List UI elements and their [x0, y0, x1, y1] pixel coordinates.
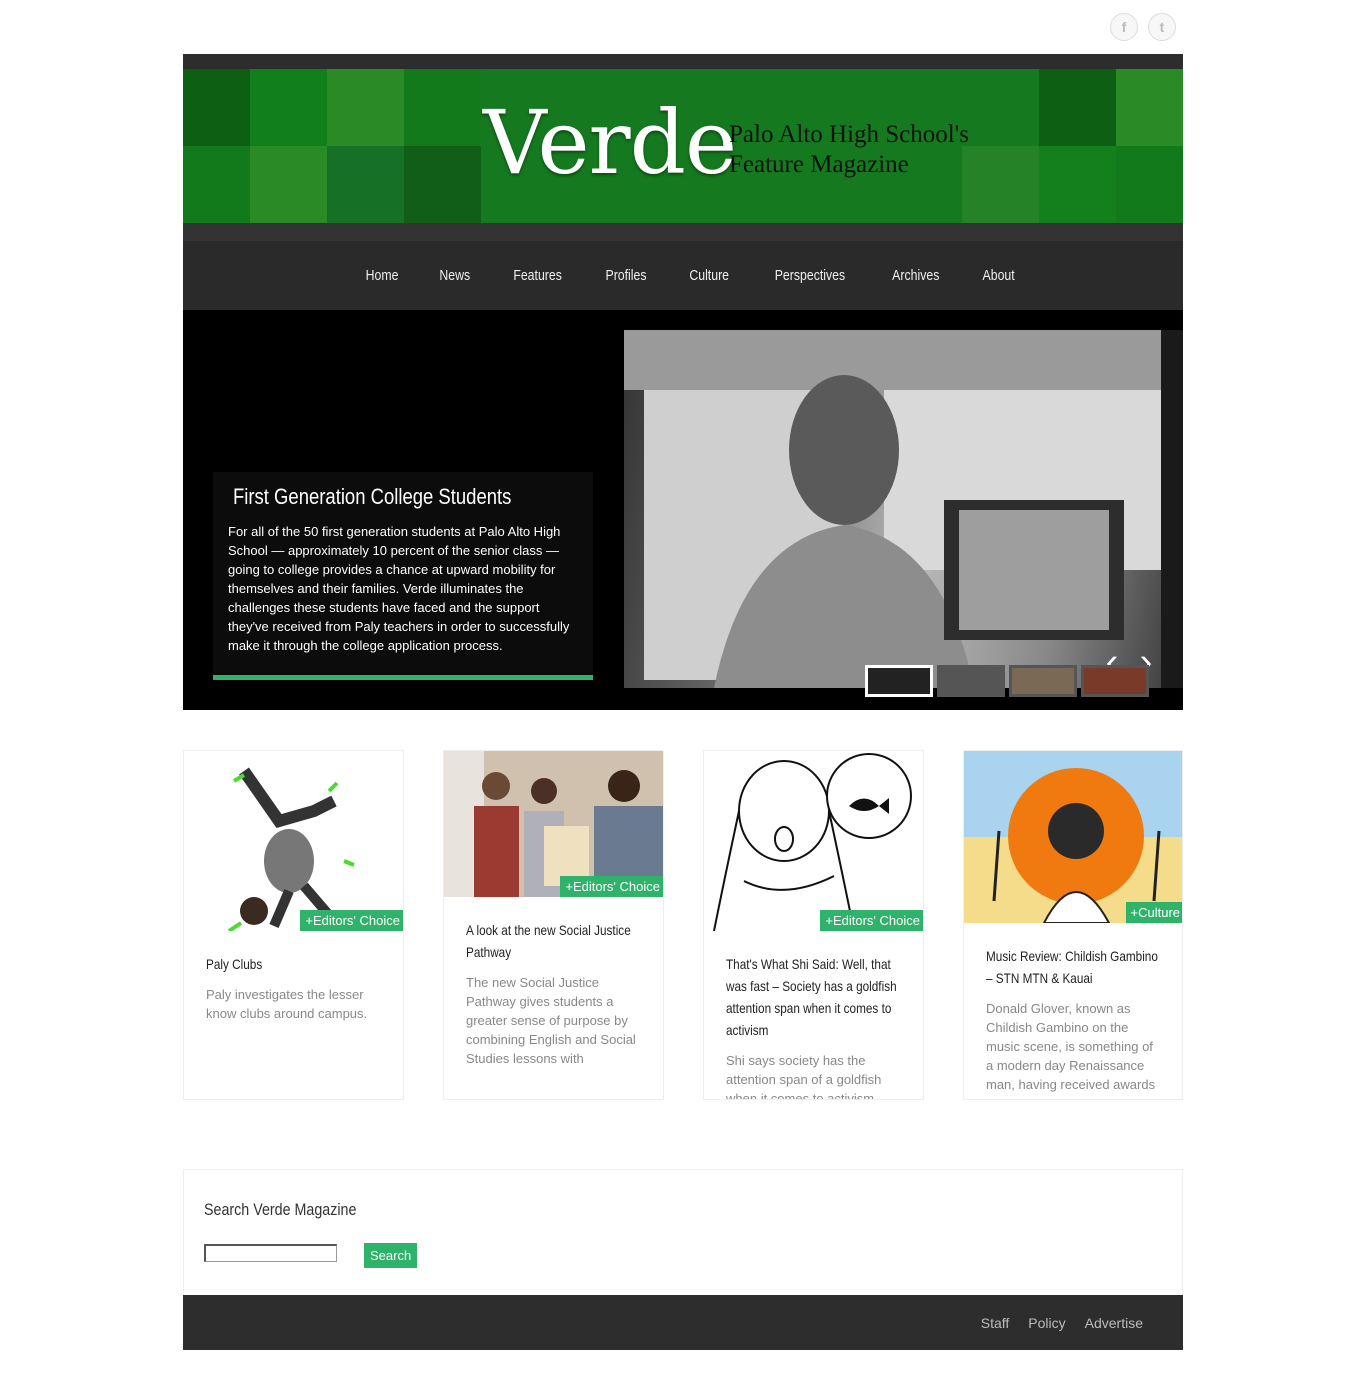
slide-photo-art: [624, 330, 1161, 688]
footer-link-staff[interactable]: Staff: [981, 1315, 1010, 1331]
facebook-icon[interactable]: f: [1110, 13, 1138, 41]
nav-news[interactable]: News: [440, 267, 471, 284]
card-image[interactable]: +Editors' Choice: [444, 751, 663, 897]
footer-link-policy[interactable]: Policy: [1028, 1315, 1065, 1331]
nav-top-strip: [183, 223, 1183, 241]
article-card[interactable]: +Editors' Choice That's What Shi Said: W…: [703, 750, 924, 1100]
slide-excerpt: For all of the 50 first generation stude…: [228, 524, 570, 653]
card-title[interactable]: Paly Clubs: [206, 953, 382, 975]
breakdancer-illustration: [227, 767, 355, 931]
site-logo[interactable]: Verde: [483, 99, 737, 187]
featured-slider: First Generation College Students For al…: [183, 310, 1183, 710]
card-image[interactable]: +Culture: [964, 751, 1182, 923]
site-wrapper: Verde Palo Alto High School's Feature Ma…: [183, 54, 1183, 710]
article-card[interactable]: +Culture Music Review: Childish Gambino …: [963, 750, 1183, 1100]
slider-thumb-4[interactable]: [1081, 665, 1149, 697]
slide-title[interactable]: First Generation College Students: [233, 484, 535, 510]
tagline-line-1: Palo Alto High School's: [729, 121, 969, 148]
site-footer: Staff Policy Advertise: [183, 1295, 1183, 1350]
slider-thumb-1[interactable]: [865, 665, 933, 697]
nav-features[interactable]: Features: [513, 267, 562, 284]
category-tag[interactable]: +Culture: [1125, 902, 1182, 923]
card-excerpt: Paly investigates the lesser know clubs …: [206, 987, 368, 1021]
search-input[interactable]: [204, 1244, 337, 1262]
slider-thumbnails: [865, 665, 1149, 697]
article-card[interactable]: +Editors' Choice A look at the new Socia…: [443, 750, 664, 1100]
slider-thumb-3[interactable]: [1009, 665, 1077, 697]
tagline-line-2: Feature Magazine: [729, 151, 909, 178]
slide-edge: [1161, 330, 1183, 688]
top-strip: [183, 54, 1183, 69]
article-card[interactable]: +Editors' Choice Paly Clubs Paly investi…: [183, 750, 404, 1100]
twitter-icon[interactable]: t: [1148, 13, 1176, 41]
category-tag[interactable]: +Editors' Choice: [560, 876, 663, 897]
nav-about[interactable]: About: [982, 267, 1014, 284]
nav-archives[interactable]: Archives: [892, 267, 939, 284]
main-nav: Home News Features Profiles Culture Pers…: [183, 241, 1183, 310]
search-heading: Search Verde Magazine: [204, 1200, 357, 1219]
album-art-illustration: [964, 751, 1182, 923]
slider-thumb-2[interactable]: [937, 665, 1005, 697]
social-links: f t: [1110, 13, 1176, 41]
card-title[interactable]: A look at the new Social Justice Pathway: [466, 919, 642, 963]
card-excerpt: The new Social Justice Pathway gives stu…: [466, 975, 636, 1066]
category-tag[interactable]: +Editors' Choice: [820, 910, 923, 931]
nav-culture[interactable]: Culture: [689, 267, 729, 284]
site-tagline: Palo Alto High School's Feature Magazine: [729, 120, 969, 180]
goldfish-illustration: [713, 753, 912, 931]
card-title[interactable]: Music Review: Childish Gambino – STN MTN…: [986, 945, 1162, 989]
card-excerpt: Shi says society has the attention span …: [726, 1053, 882, 1100]
card-image[interactable]: +Editors' Choice: [184, 751, 403, 931]
footer-link-advertise[interactable]: Advertise: [1085, 1315, 1143, 1331]
category-tag[interactable]: +Editors' Choice: [300, 910, 403, 931]
card-image[interactable]: +Editors' Choice: [704, 751, 923, 931]
slide-caption: First Generation College Students For al…: [213, 472, 593, 680]
card-excerpt: Donald Glover, known as Childish Gambino…: [986, 1001, 1156, 1092]
slide-photo[interactable]: [624, 330, 1161, 688]
card-title[interactable]: That's What Shi Said: Well, that was fas…: [726, 953, 902, 1041]
nav-home[interactable]: Home: [366, 267, 399, 284]
search-widget: Search Verde Magazine Search: [183, 1169, 1183, 1296]
site-banner: Verde Palo Alto High School's Feature Ma…: [183, 69, 1183, 223]
search-button[interactable]: Search: [364, 1243, 418, 1268]
nav-profiles[interactable]: Profiles: [605, 267, 646, 284]
nav-perspectives[interactable]: Perspectives: [775, 267, 845, 284]
